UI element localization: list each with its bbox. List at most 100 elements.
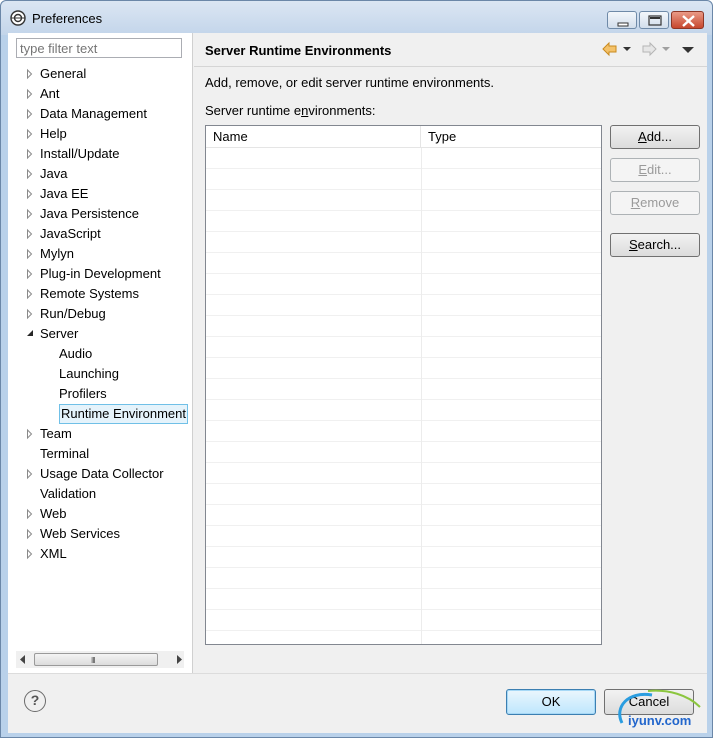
tree-item-label: Audio [59,346,93,361]
collapsed-arrow-icon[interactable] [25,504,35,524]
table-row [206,379,601,400]
dialog-client-area: General Ant Data Management Help Install/Upd… [8,33,707,733]
tree-item-runtime-environment[interactable]: Runtime Environment [8,404,192,424]
tree-item-label: JavaScript [40,226,101,241]
tree-item-validation[interactable]: Validation [8,484,192,504]
expanded-arrow-icon[interactable] [25,324,35,344]
tree-item-install-update[interactable]: Install/Update [8,144,192,164]
tree-item-run-debug[interactable]: Run/Debug [8,304,192,324]
edit-label: dit... [647,162,672,177]
tree-item-audio[interactable]: Audio [8,344,192,364]
tree-item-web[interactable]: Web [8,504,192,524]
collapsed-arrow-icon[interactable] [25,64,35,84]
ok-button[interactable]: OK [506,689,596,715]
collapsed-arrow-icon[interactable] [25,544,35,564]
add-mnemonic: A [638,129,647,144]
tree-item-profilers[interactable]: Profilers [8,384,192,404]
tree-item-label: Java Persistence [40,206,139,221]
filter-input[interactable] [16,38,182,58]
scroll-left-icon[interactable] [19,655,27,664]
collapsed-arrow-icon[interactable] [25,264,35,284]
forward-arrow-icon[interactable] [641,41,657,57]
collapsed-arrow-icon[interactable] [25,204,35,224]
tree-item-usage-data-collector[interactable]: Usage Data Collector [8,464,192,484]
table-row [206,526,601,547]
column-header-name[interactable]: Name [206,126,421,148]
scrollbar-thumb[interactable]: III [34,653,158,666]
view-menu-icon[interactable] [681,41,695,57]
collapsed-arrow-icon[interactable] [25,244,35,264]
tree-item-remote-systems[interactable]: Remote Systems [8,284,192,304]
tree-item-plug-in-development[interactable]: Plug-in Development [8,264,192,284]
search-mnemonic: S [628,237,638,252]
collapsed-arrow-icon[interactable] [25,84,35,104]
tree-item-label: Plug-in Development [40,266,161,281]
horizontal-scrollbar[interactable]: III [16,651,184,668]
table-row [206,505,601,526]
tree-item-java-ee[interactable]: Java EE [8,184,192,204]
collapsed-arrow-icon[interactable] [25,304,35,324]
table-row [206,463,601,484]
tree-item-web-services[interactable]: Web Services [8,524,192,544]
page-description: Add, remove, or edit server runtime envi… [205,75,495,90]
page-header: Server Runtime Environments [194,33,707,67]
collapsed-arrow-icon[interactable] [25,124,35,144]
tree-item-general[interactable]: General [8,64,192,84]
tree-item-launching[interactable]: Launching [8,364,192,384]
collapsed-arrow-icon[interactable] [25,104,35,124]
tree-item-label: Web [40,506,67,521]
column-header-type[interactable]: Type [421,126,601,148]
table-row [206,358,601,379]
minimize-button[interactable] [607,11,637,29]
tree-item-java-persistence[interactable]: Java Persistence [8,204,192,224]
collapsed-arrow-icon[interactable] [25,164,35,184]
tree-item-terminal[interactable]: Terminal [8,444,192,464]
close-button[interactable] [671,11,704,29]
tree-item-label: XML [40,546,67,561]
tree-item-team[interactable]: Team [8,424,192,444]
tree-item-label: Run/Debug [40,306,106,321]
tree-item-label: Runtime Environment [59,404,188,424]
collapsed-arrow-icon[interactable] [25,144,35,164]
table-row [206,169,601,190]
collapsed-arrow-icon[interactable] [25,464,35,484]
tree-item-xml[interactable]: XML [8,544,192,564]
table-row [206,253,601,274]
tree-item-javascript[interactable]: JavaScript [8,224,192,244]
add-label: dd... [646,129,672,144]
back-arrow-icon[interactable] [602,41,618,57]
scroll-right-icon[interactable] [175,655,183,664]
tree-item-help[interactable]: Help [8,124,192,144]
tree-item-data-management[interactable]: Data Management [8,104,192,124]
collapsed-arrow-icon[interactable] [25,284,35,304]
column-divider [421,148,422,644]
back-dropdown-icon[interactable] [622,41,632,57]
remove-button[interactable]: Remove [610,191,700,215]
add-button[interactable]: Add... [610,125,700,149]
tree-item-mylyn[interactable]: Mylyn [8,244,192,264]
edit-button[interactable]: Edit... [610,158,700,182]
collapsed-arrow-icon[interactable] [25,524,35,544]
maximize-icon [648,15,662,26]
forward-dropdown-icon[interactable] [661,41,671,57]
help-icon[interactable]: ? [24,690,46,712]
collapsed-arrow-icon[interactable] [25,424,35,444]
maximize-button[interactable] [639,11,669,29]
minimize-icon [617,22,629,27]
tree-item-label: Data Management [40,106,147,121]
preferences-window: Preferences General Ant Data Management Hel… [0,0,713,738]
table-body[interactable] [206,148,601,644]
tree-item-ant[interactable]: Ant [8,84,192,104]
table-row [206,442,601,463]
table-row [206,337,601,358]
tree-item-label: Help [40,126,67,141]
search-button[interactable]: Search... [610,233,700,257]
tree-item-server[interactable]: Server [8,324,192,344]
title-bar[interactable]: Preferences [1,1,712,35]
tree-item-label: Ant [40,86,60,101]
collapsed-arrow-icon[interactable] [25,224,35,244]
tree-item-label: Launching [59,366,119,381]
collapsed-arrow-icon[interactable] [25,184,35,204]
tree-item-java[interactable]: Java [8,164,192,184]
runtime-environments-table[interactable]: Name Type [205,125,602,645]
